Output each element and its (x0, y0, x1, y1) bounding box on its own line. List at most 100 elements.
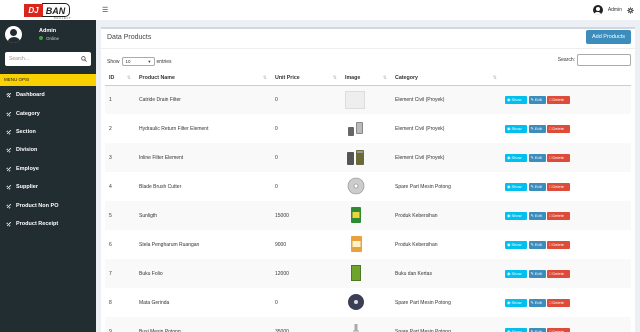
add-products-button[interactable]: Add Products (586, 30, 631, 44)
column-header-image[interactable]: Image ⇅ (341, 71, 391, 86)
cell-category: Produk Kebersihan (391, 201, 501, 230)
cell-actions: ◉ Show ✎ Edit □ Delete (501, 201, 631, 230)
cell-id: 1 (105, 85, 135, 114)
cell-unit-price: 0 (275, 125, 278, 132)
cell-image (341, 259, 391, 288)
sidebar-item-label: Product Receipt (16, 220, 59, 227)
table-row: 3 Inline Filter Element 0 Element Civil (Pr… (105, 143, 631, 172)
sidebar-item-division[interactable]: Division (0, 141, 96, 159)
sidebar-item-label: Category (16, 110, 40, 117)
edit-button[interactable]: ✎ Edit (528, 182, 546, 191)
cell-actions: ◉ Show ✎ Edit □ Delete (501, 143, 631, 172)
delete-button[interactable]: □ Delete (547, 153, 570, 162)
trash-icon: □ (549, 184, 552, 189)
cell-actions: ◉ Show ✎ Edit □ Delete (501, 230, 631, 259)
menu-toggle-icon[interactable]: ☰ (102, 6, 108, 14)
cell-category: Spare Part Mesin Potong (395, 183, 451, 190)
cell-product-name: Buku Folio (135, 259, 271, 288)
edit-button[interactable]: ✎ Edit (528, 153, 546, 162)
product-image (345, 90, 391, 109)
delete-button[interactable]: □ Delete (547, 182, 570, 191)
product-image (345, 177, 367, 197)
link-icon (6, 111, 12, 117)
delete-button[interactable]: □ Delete (547, 327, 570, 332)
show-button[interactable]: ◉ Show (505, 211, 527, 220)
user-avatar-icon[interactable] (592, 5, 603, 15)
delete-button[interactable]: □ Delete (547, 269, 570, 278)
edit-button[interactable]: ✎ Edit (528, 124, 546, 133)
column-header-unit-price[interactable]: Unit Price ⇅ (271, 71, 341, 86)
cell-id: 6 (109, 241, 112, 248)
entries-select[interactable]: 10 ▾ (121, 57, 155, 66)
topbar-user-name[interactable]: Admin (608, 7, 622, 13)
sidebar-item-product-non-po[interactable]: Product Non PO (0, 196, 96, 214)
eye-icon: ◉ (507, 126, 511, 131)
cell-category: Element Civil (Proyek) (391, 143, 501, 172)
sidebar-search-input[interactable]: Search... (5, 52, 91, 66)
gear-icon[interactable] (627, 6, 634, 14)
delete-button[interactable]: □ Delete (547, 95, 570, 104)
sidebar-item-label: Employe (16, 165, 39, 172)
edit-button[interactable]: ✎ Edit (528, 211, 546, 220)
show-button[interactable]: ◉ Show (505, 269, 527, 278)
sidebar-item-label: Section (16, 128, 36, 135)
sidebar-item-label: Dashboard (16, 92, 45, 99)
show-button[interactable]: ◉ Show (505, 240, 527, 249)
show-button[interactable]: ◉ Show (505, 95, 527, 104)
delete-button[interactable]: □ Delete (547, 298, 570, 307)
delete-button[interactable]: □ Delete (547, 211, 570, 220)
link-icon (6, 148, 12, 154)
cell-actions: ◉ Show ✎ Edit □ Delete (501, 85, 631, 114)
brand-logo[interactable]: DJ BAN PROJECT (24, 2, 72, 20)
menu-header: MENU OPSI (0, 74, 96, 86)
cell-unit-price: 12000 (271, 259, 341, 288)
logo-area: DJ BAN PROJECT (0, 0, 96, 20)
trash-icon: □ (549, 213, 552, 218)
table-row: 1 Catride Drain Filter 0 Element Civil (Pro… (105, 85, 631, 114)
sidebar-item-dashboard[interactable]: Dashboard (0, 86, 96, 104)
show-button[interactable]: ◉ Show (505, 298, 527, 307)
sidebar-item-employe[interactable]: Employe (0, 160, 96, 178)
column-header-product-name[interactable]: Product Name ⇅ (135, 71, 271, 86)
products-table: ID ⇅ Product Name ⇅ Unit Price ⇅ Image ⇅ Cat… (105, 71, 631, 332)
link-icon (6, 129, 12, 135)
edit-button[interactable]: ✎ Edit (528, 269, 546, 278)
show-button[interactable]: ◉ Show (505, 327, 527, 332)
link-icon (6, 185, 12, 190)
cell-product-name: Catride Drain Filter (135, 85, 271, 114)
cell-image (341, 201, 391, 230)
delete-button[interactable]: □ Delete (547, 124, 570, 133)
edit-button[interactable]: ✎ Edit (528, 95, 546, 104)
eye-icon: ◉ (507, 242, 511, 247)
cell-id: 7 (105, 259, 135, 288)
cell-category: Spare Part Mesin Potong (395, 299, 451, 306)
sidebar-item-section[interactable]: Section (0, 123, 96, 141)
column-header-category[interactable]: Category ⇅ (391, 71, 501, 86)
product-image (345, 149, 367, 168)
cell-product-name: Sunligth (135, 201, 271, 230)
cell-unit-price: 0 (271, 143, 341, 172)
cell-image (341, 317, 391, 332)
show-button[interactable]: ◉ Show (505, 124, 527, 133)
show-button[interactable]: ◉ Show (505, 182, 527, 191)
cell-product-name: Hydraulic Return Filter Element (139, 125, 209, 132)
cell-id: 8 (109, 299, 112, 306)
cell-image (341, 288, 391, 317)
sort-icon: ⇅ (126, 75, 131, 81)
cell-actions: ◉ Show ✎ Edit □ Delete (501, 259, 631, 288)
sidebar-item-product-receipt[interactable]: Product Receipt (0, 215, 96, 233)
show-button[interactable]: ◉ Show (505, 153, 527, 162)
edit-button[interactable]: ✎ Edit (528, 298, 546, 307)
edit-button[interactable]: ✎ Edit (528, 240, 546, 249)
cell-id: 3 (105, 143, 135, 172)
eye-icon: ◉ (507, 213, 511, 218)
table-search-input[interactable] (577, 54, 631, 66)
sidebar-item-supplier[interactable]: Supplier (0, 178, 96, 196)
column-header-id[interactable]: ID ⇅ (105, 71, 135, 86)
edit-button[interactable]: ✎ Edit (528, 327, 546, 332)
search-icon[interactable] (81, 56, 87, 62)
cell-image (341, 172, 391, 201)
delete-button[interactable]: □ Delete (547, 240, 570, 249)
cell-product-name: Inline Filter Element (135, 143, 271, 172)
sidebar-item-category[interactable]: Category (0, 104, 96, 122)
